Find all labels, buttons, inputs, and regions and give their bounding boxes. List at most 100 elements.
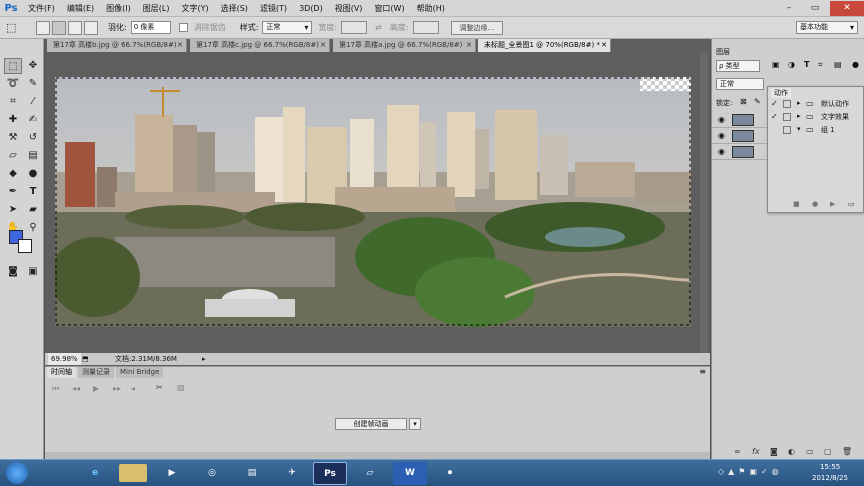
close-icon[interactable]: ✕ <box>320 39 326 52</box>
photoshop-taskbar-icon[interactable]: Ps <box>313 462 347 485</box>
tab-mini-bridge[interactable]: Mini Bridge <box>116 367 164 378</box>
panel-menu-icon[interactable]: ≡ <box>699 367 706 376</box>
video-app-icon[interactable]: ▤ <box>235 462 269 485</box>
screen-mode-icon[interactable]: ▣ <box>24 264 42 280</box>
lock-brush-icon[interactable]: ✎ <box>754 97 761 106</box>
next-frame-icon[interactable]: ▸▸ <box>113 384 121 393</box>
pixel-filter-icon[interactable]: ▣ <box>772 60 780 69</box>
menu-image[interactable]: 图像(I) <box>100 0 137 17</box>
status-menu-arrow-icon[interactable]: ▸ <box>202 353 206 365</box>
stop-icon[interactable]: ■ <box>793 200 800 208</box>
refine-edge-button[interactable]: 调整边缘... <box>450 20 504 35</box>
history-brush-icon[interactable]: ↺ <box>24 130 42 146</box>
width-input[interactable] <box>341 21 368 34</box>
eye-icon[interactable]: ◉ <box>718 131 725 140</box>
vertical-scrollbar[interactable] <box>700 53 708 353</box>
mask-icon[interactable]: ◙ <box>770 447 778 456</box>
zoom-level[interactable]: 69.98% <box>48 353 81 365</box>
feather-input[interactable]: 0 像素 <box>130 21 171 34</box>
tab-timeline[interactable]: 时间轴 <box>47 367 76 378</box>
menu-layer[interactable]: 图层(L) <box>137 0 176 17</box>
tab-doc-b[interactable]: 第17章 高楼b.jpg @ 66.7%(RGB/8#) ✕ <box>47 39 187 52</box>
timeline-scrollbar[interactable] <box>45 452 710 459</box>
minimize-button[interactable]: – <box>778 1 800 16</box>
close-icon[interactable]: ✕ <box>466 39 472 52</box>
clock-time[interactable]: 15:55 <box>820 463 840 471</box>
check-icon[interactable]: ✓ <box>771 99 778 108</box>
move-tool-icon[interactable]: ✥ <box>24 58 42 74</box>
action-row[interactable]: ▾ ▭ 组 1 <box>768 124 863 137</box>
check-icon[interactable]: ✓ <box>771 112 778 121</box>
smart-filter-icon[interactable]: ▤ <box>834 60 842 69</box>
expand-arrow-icon[interactable]: ▸ <box>797 99 801 107</box>
marquee-preset-icon[interactable]: ⬚ <box>6 21 20 35</box>
new-selection-icon[interactable] <box>36 20 50 35</box>
new-layer-icon[interactable]: ▢ <box>824 447 832 456</box>
menu-type[interactable]: 文字(Y) <box>175 0 214 17</box>
eye-icon[interactable]: ◉ <box>718 115 725 124</box>
fx-icon[interactable]: fx <box>752 447 760 456</box>
clock-date[interactable]: 2012/8/25 <box>812 474 848 482</box>
style-select[interactable]: 正常 <box>262 21 313 34</box>
crop-tool-icon[interactable]: ⌗ <box>4 94 22 110</box>
tab-panorama[interactable]: 未标题_全景图1 @ 70%(RGB/8#) * ✕ <box>478 39 611 52</box>
first-frame-icon[interactable]: ⏮ <box>52 384 59 394</box>
new-set-icon[interactable]: ▭ <box>848 200 855 208</box>
filter-toggle-icon[interactable]: ● <box>852 60 859 69</box>
shape-tool-icon[interactable]: ▰ <box>24 202 42 218</box>
zoom-tool-icon[interactable]: ⚲ <box>24 220 42 236</box>
explorer-icon[interactable] <box>119 464 147 482</box>
menu-view[interactable]: 视图(V) <box>329 0 369 17</box>
media-player-icon[interactable]: ▶ <box>155 462 189 485</box>
green-app-icon[interactable]: ◎ <box>195 462 229 485</box>
quick-select-tool-icon[interactable]: ✎ <box>24 76 42 92</box>
menu-help[interactable]: 帮助(H) <box>411 0 451 17</box>
eyedropper-tool-icon[interactable]: ⁄ <box>24 94 42 110</box>
stamp-tool-icon[interactable]: ⚒ <box>4 130 22 146</box>
background-color-swatch[interactable] <box>18 239 32 253</box>
quick-mask-icon[interactable]: ◙ <box>4 264 22 280</box>
record-icon[interactable]: ● <box>812 200 818 208</box>
antialias-checkbox[interactable] <box>178 23 188 32</box>
blur-tool-icon[interactable]: ◆ <box>4 166 22 182</box>
gradient-tool-icon[interactable]: ▤ <box>24 148 42 164</box>
pen-tool-icon[interactable]: ✒ <box>4 184 22 200</box>
action-row[interactable]: ✓ ▸ ▭ 默认动作 <box>768 98 863 111</box>
height-input[interactable] <box>412 21 439 34</box>
split-icon[interactable]: ✂ <box>156 383 163 392</box>
create-animation-button[interactable]: 创建帧动画 <box>335 418 407 430</box>
start-button[interactable] <box>6 462 28 484</box>
transition-icon[interactable]: ▨ <box>177 383 185 392</box>
dialog-toggle-icon[interactable] <box>783 113 791 121</box>
group-icon[interactable]: ▭ <box>806 447 814 456</box>
menu-window[interactable]: 窗口(W) <box>368 0 410 17</box>
notes-app-icon[interactable]: ▱ <box>353 462 387 485</box>
play-action-icon[interactable]: ▶ <box>830 200 835 208</box>
prev-frame-icon[interactable]: ◂◂ <box>72 384 80 393</box>
menu-select[interactable]: 选择(S) <box>215 0 254 17</box>
dialog-toggle-icon[interactable] <box>783 100 791 108</box>
dialog-toggle-icon[interactable] <box>783 126 791 134</box>
restore-button[interactable]: ▭ <box>804 1 826 16</box>
recorder-app-icon[interactable]: ⏺ <box>433 462 467 485</box>
close-button[interactable]: ✕ <box>830 0 864 16</box>
layer-row[interactable]: ◉ <box>712 112 768 128</box>
adjustment-icon[interactable]: ◐ <box>788 447 795 456</box>
close-icon[interactable]: ✕ <box>177 39 183 52</box>
bird-app-icon[interactable]: ✈ <box>275 462 309 485</box>
ie-icon[interactable]: e <box>78 462 112 485</box>
add-selection-icon[interactable] <box>52 20 66 35</box>
tab-doc-a[interactable]: 第17章 高楼a.jpg @ 66.7%(RGB/8#) ✕ <box>333 39 476 52</box>
menu-file[interactable]: 文件(F) <box>22 0 61 17</box>
healing-tool-icon[interactable]: ✚ <box>4 112 22 128</box>
play-icon[interactable]: ▶ <box>93 384 99 393</box>
shape-filter-icon[interactable]: ⌗ <box>818 60 823 70</box>
lock-pixels-icon[interactable]: ⊠ <box>740 97 747 106</box>
tab-measurement-log[interactable]: 测量记录 <box>78 367 114 378</box>
swap-icon[interactable]: ⇄ <box>375 23 382 32</box>
adjust-filter-icon[interactable]: ◑ <box>788 60 795 69</box>
layer-row[interactable]: ◉ <box>712 128 768 144</box>
brush-tool-icon[interactable]: ✍ <box>24 112 42 128</box>
word-icon[interactable]: W <box>393 462 427 485</box>
menu-3d[interactable]: 3D(D) <box>293 0 329 17</box>
